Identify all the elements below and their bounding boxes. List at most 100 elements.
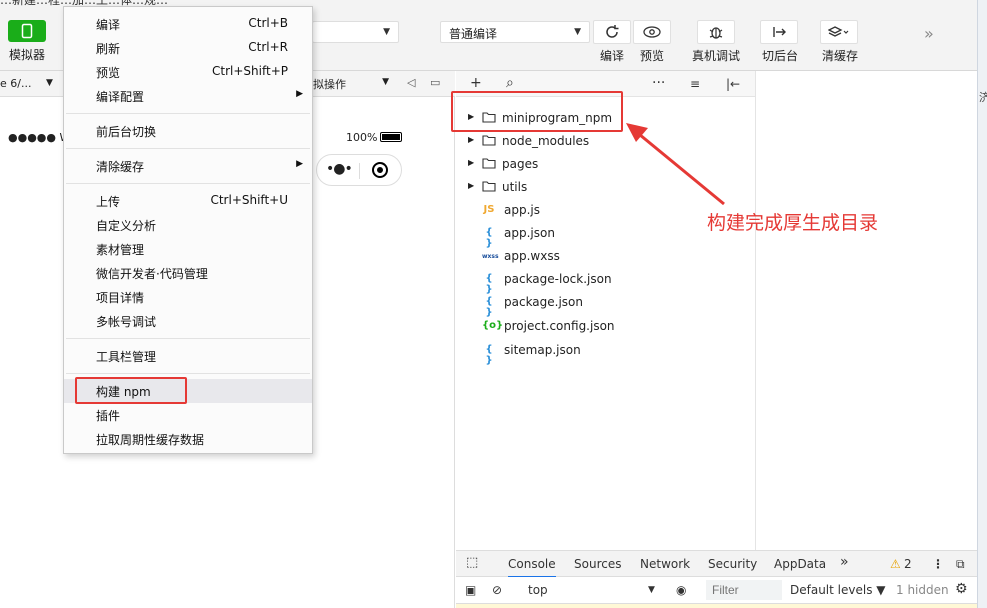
tree-item-package-json[interactable]: { } package.json (456, 292, 756, 318)
expand-arrow-icon[interactable]: ▶ (468, 158, 474, 167)
menu-item-code-management[interactable]: 微信开发者·代码管理 (64, 261, 312, 285)
folder-icon (482, 181, 496, 192)
tab-security[interactable]: Security (708, 557, 757, 571)
annotation-arrow (626, 123, 725, 206)
console-warning-strip (456, 604, 977, 608)
menu-item-multi-account[interactable]: 多帐号调试 (64, 309, 312, 333)
menu-shortcut: Ctrl+Shift+U (210, 193, 288, 207)
add-icon[interactable]: + (470, 75, 482, 91)
menu-item-clear-cache[interactable]: 清除缓存 ▶ (64, 154, 312, 178)
file-name: app.wxss (504, 249, 560, 263)
devtools-tabbar: ⬚ Console Sources Network Security AppDa… (456, 550, 977, 578)
eye-icon[interactable]: ◉ (676, 583, 686, 597)
console-filter-input[interactable] (706, 580, 782, 600)
chevron-down-icon: ▼ (383, 27, 390, 37)
tree-item-app-wxss[interactable]: wxss app.wxss (456, 246, 756, 268)
simulate-operation-select[interactable]: 拟操作 ▼ (313, 76, 393, 94)
expand-arrow-icon[interactable]: ▶ (468, 135, 474, 144)
eye-icon (643, 26, 661, 38)
real-debug-button[interactable] (697, 20, 735, 44)
menu-label: 刷新 (96, 42, 121, 56)
file-name: node_modules (502, 134, 590, 148)
chevron-down-icon: ▼ (382, 77, 389, 87)
menu-item-preview[interactable]: 预览 Ctrl+Shift+P (64, 60, 312, 84)
file-name: package-lock.json (504, 272, 612, 286)
menu-label: 项目详情 (96, 291, 145, 305)
sidebar-toggle-icon[interactable]: ▣ (465, 583, 476, 597)
tree-item-sitemap[interactable]: { } sitemap.json (456, 340, 756, 366)
clear-cache-label: 清缓存 (822, 49, 859, 63)
inspect-icon[interactable]: ⬚ (466, 555, 478, 570)
close-circle-icon[interactable] (372, 162, 388, 178)
menu-item-assets[interactable]: 素材管理 (64, 237, 312, 261)
tab-network[interactable]: Network (640, 557, 690, 571)
right-edge-strip: 济 (977, 0, 987, 608)
menu-divider (66, 338, 310, 339)
simulator-label: 模拟器 (8, 48, 45, 62)
menu-item-refresh[interactable]: 刷新 Ctrl+R (64, 36, 312, 60)
more-dots-icon[interactable]: •●• (326, 161, 353, 177)
menu-item-fg-bg-switch[interactable]: 前后台切换 (64, 119, 312, 143)
menu-label: 预览 (96, 66, 121, 80)
device-select[interactable]: e 6/... (0, 77, 31, 90)
compile-mode-select[interactable]: 普通编译 ▼ (440, 21, 590, 43)
kebab-menu-icon[interactable]: ⋮ (932, 557, 944, 571)
tab-sources[interactable]: Sources (574, 557, 621, 571)
menu-label: 素材管理 (96, 243, 145, 257)
clear-console-icon[interactable]: ⊘ (492, 583, 502, 597)
menu-item-fetch-cache[interactable]: 拉取周期性缓存数据 (64, 427, 312, 451)
menu-item-project-details[interactable]: 项目详情 (64, 285, 312, 309)
folder-icon (482, 135, 496, 146)
capsule-menu[interactable]: •●• (316, 154, 402, 186)
menu-item-custom-analysis[interactable]: 自定义分析 (64, 213, 312, 237)
menu-item-plugins[interactable]: 插件 (64, 403, 312, 427)
search-icon[interactable]: ⌕ (506, 75, 514, 91)
menu-divider (66, 148, 310, 149)
submenu-arrow-icon: ▶ (296, 89, 303, 99)
simulator-button[interactable]: 模拟器 (4, 20, 50, 63)
gear-icon[interactable]: ⚙ (955, 581, 968, 597)
menu-item-upload[interactable]: 上传 Ctrl+Shift+U (64, 189, 312, 213)
file-name: utils (502, 180, 528, 194)
compile-label: 编译 (600, 49, 625, 63)
sort-icon[interactable]: ≡ (690, 77, 700, 91)
compile-button[interactable] (593, 20, 631, 44)
mode-select[interactable]: ▼ (312, 21, 399, 43)
context-select[interactable]: top (528, 583, 548, 597)
warning-icon[interactable]: ⚠ (890, 557, 901, 571)
menu-label: 工具栏管理 (96, 350, 157, 364)
window-icon[interactable]: ▭ (430, 76, 440, 89)
volume-icon[interactable]: ◁ (407, 76, 415, 89)
json-file-icon: { } (485, 296, 493, 318)
folder-icon (482, 158, 496, 169)
more-tools-icon[interactable]: » (924, 24, 934, 43)
clear-cache-button[interactable] (820, 20, 858, 44)
menu-item-toolbar-manage[interactable]: 工具栏管理 (64, 344, 312, 368)
log-levels-select[interactable]: Default levels ▼ (790, 583, 886, 597)
menu-item-compile-config[interactable]: 编译配置 ▶ (64, 84, 312, 108)
collapse-icon[interactable]: |← (726, 77, 740, 91)
menu-label: 前后台切换 (96, 125, 157, 139)
bug-icon (709, 27, 723, 39)
more-tabs-icon[interactable]: » (840, 554, 849, 570)
refresh-icon (606, 25, 619, 38)
tree-item-package-lock[interactable]: { } package-lock.json (456, 269, 756, 295)
js-file-icon: JS (483, 204, 495, 215)
console-toolbar: ▣ ⊘ top ▼ ◉ Default levels ▼ 1 hidden ⚙ (456, 577, 977, 604)
file-name: package.json (504, 295, 584, 309)
preview-button[interactable] (633, 20, 671, 44)
tree-item-project-config[interactable]: {o} project.config.json (456, 316, 756, 338)
tab-console[interactable]: Console (508, 557, 556, 578)
menu-label: 编译配置 (96, 90, 145, 104)
file-name: sitemap.json (504, 343, 581, 357)
expand-arrow-icon[interactable]: ▶ (468, 181, 474, 190)
menu-label: 编译 (96, 18, 121, 32)
layers-icon (828, 26, 849, 37)
background-button[interactable] (760, 20, 798, 44)
tab-appdata[interactable]: AppData (774, 557, 826, 571)
hidden-count: 1 hidden (896, 583, 949, 597)
more-icon[interactable]: ··· (652, 75, 665, 91)
dock-icon[interactable]: ⧉ (956, 557, 965, 572)
capsule-divider (359, 163, 360, 179)
menu-item-compile[interactable]: 编译 Ctrl+B (64, 12, 312, 36)
